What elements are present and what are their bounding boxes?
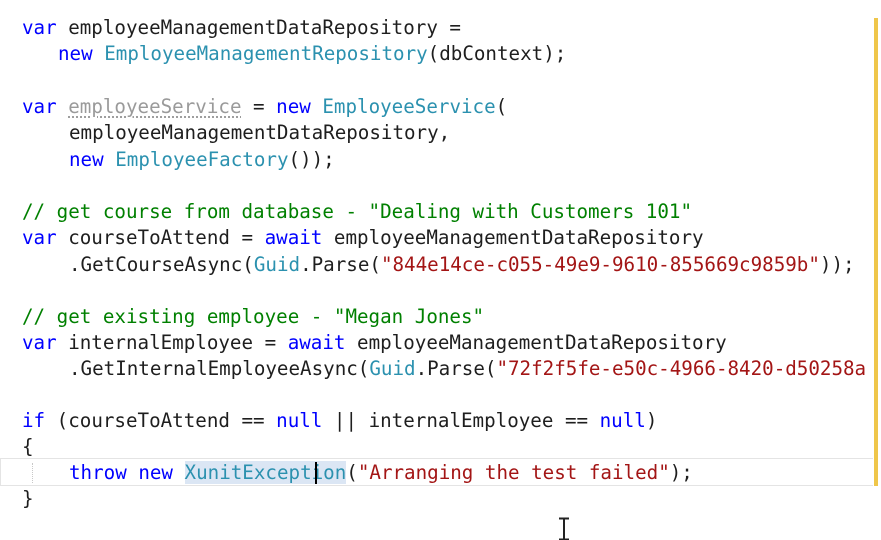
comment: // get course from database - "Dealing w…	[22, 200, 693, 223]
keyword: new	[69, 148, 104, 171]
punctuation: ));	[819, 253, 855, 276]
method-call: .GetCourseAsync(	[69, 253, 254, 276]
arguments: (dbContext);	[427, 42, 567, 65]
punctuation: (	[495, 95, 508, 118]
code-line-1[interactable]: var employeeManagementDataRepository =	[22, 15, 461, 41]
keyword: null	[276, 409, 323, 432]
condition: || internalEmployee ==	[322, 409, 600, 432]
keyword: throw	[69, 461, 127, 484]
code-line-8[interactable]: .GetCourseAsync(Guid.Parse("844e14ce-c05…	[69, 252, 855, 278]
keyword: new	[58, 42, 93, 65]
code-line-12[interactable]: if (courseToAttend == null || internalEm…	[22, 408, 657, 434]
keyword: await	[264, 226, 323, 249]
string-literal: "72f2f5fe-e50c-4966-8420-d50258a	[496, 357, 867, 380]
punctuation: );	[669, 461, 693, 484]
code-line-11[interactable]: .GetInternalEmployeeAsync(Guid.Parse("72…	[69, 356, 866, 382]
comment: // get existing employee - "Megan Jones"	[22, 305, 485, 328]
type-name: Guid	[369, 357, 416, 380]
change-marker-bar	[874, 18, 878, 486]
code-line-2[interactable]: new EmployeeManagementRepository(dbConte…	[58, 41, 566, 67]
type-name: EmployeeManagementRepository	[104, 42, 428, 65]
identifier: employeeManagementDataRepository =	[56, 16, 461, 39]
text-cursor-ibeam-icon	[559, 517, 569, 540]
identifier: employeeManagementDataRepository	[345, 331, 727, 354]
keyword: new	[276, 95, 311, 118]
string-literal: "844e14ce-c055-49e9-9610-855669c9859b"	[380, 253, 820, 276]
close-brace: }	[22, 487, 34, 510]
code-line-10[interactable]: var internalEmployee = await employeeMan…	[22, 330, 727, 356]
method-call: .Parse(	[415, 357, 497, 380]
code-line-13[interactable]: {	[22, 434, 34, 460]
keyword: if	[22, 409, 46, 432]
code-line-7[interactable]: var courseToAttend = await employeeManag…	[22, 225, 704, 251]
unused-variable: employeeService	[68, 95, 242, 118]
keyword: var	[22, 331, 57, 354]
code-line-3[interactable]: var employeeService = new EmployeeServic…	[22, 94, 507, 120]
type-name: EmployeeFactory	[115, 148, 289, 171]
type-name: Guid	[253, 253, 301, 276]
punctuation: )	[645, 409, 658, 432]
keyword: new	[138, 461, 173, 484]
code-line-14[interactable]: throw new XunitException("Arranging the …	[69, 460, 693, 486]
type-name-highlighted: XunitException	[184, 461, 347, 484]
open-brace: {	[22, 435, 34, 458]
code-line-15[interactable]: }	[22, 486, 34, 512]
identifier: courseToAttend =	[56, 226, 265, 249]
indent-guide	[32, 463, 33, 483]
keyword: var	[22, 226, 57, 249]
code-line-6[interactable]: // get course from database - "Dealing w…	[22, 199, 692, 225]
punctuation: (	[346, 461, 358, 484]
text-caret	[315, 462, 317, 484]
condition: (courseToAttend ==	[45, 409, 277, 432]
method-call: .Parse(	[300, 253, 381, 276]
code-line-5[interactable]: new EmployeeFactory());	[69, 147, 335, 173]
type-name: EmployeeService	[322, 95, 496, 118]
identifier: internalEmployee =	[56, 331, 288, 354]
identifier: employeeManagementDataRepository,	[69, 121, 451, 144]
string-literal: "Arranging the test failed"	[357, 461, 670, 484]
identifier: employeeManagementDataRepository	[322, 226, 704, 249]
code-editor[interactable]: var employeeManagementDataRepository = n…	[0, 0, 881, 540]
keyword: await	[287, 331, 346, 354]
keyword: var	[22, 95, 57, 118]
assign-operator: =	[241, 95, 277, 118]
keyword: var	[22, 16, 57, 39]
code-line-9[interactable]: // get existing employee - "Megan Jones"	[22, 304, 484, 330]
code-line-4[interactable]: employeeManagementDataRepository,	[69, 120, 450, 146]
keyword: null	[599, 409, 646, 432]
punctuation: ());	[288, 148, 335, 171]
method-call: .GetInternalEmployeeAsync(	[69, 357, 370, 380]
